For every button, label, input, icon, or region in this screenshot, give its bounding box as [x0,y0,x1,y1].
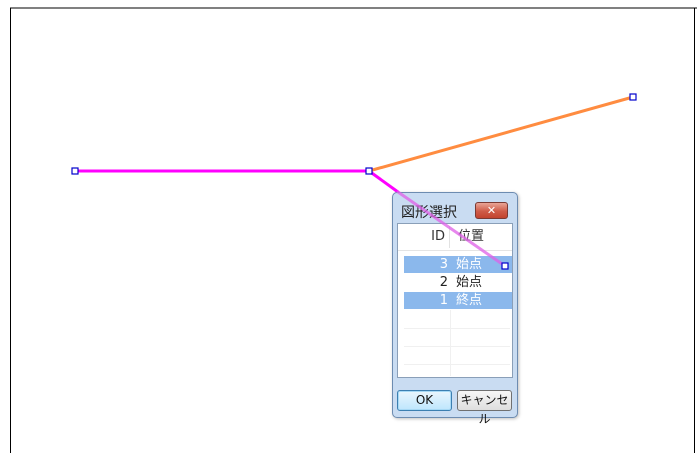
row-id: 3 [439,257,448,272]
empty-row-divider [404,346,510,347]
list-row-1[interactable]: 3 始点 [404,256,512,273]
drawing-canvas[interactable] [0,0,697,453]
row-id: 2 [439,275,448,290]
empty-row-divider [404,328,510,329]
selection-list[interactable]: ID 位置 3 始点 2 始点 1 終点 [397,223,513,378]
vertex-handle[interactable] [365,167,373,175]
header-divider [398,250,512,251]
line-shape-orange[interactable] [367,95,635,173]
dialog-title: 図形選択 [401,205,457,221]
row-position: 終点 [456,293,483,308]
row-position: 始点 [456,257,483,272]
column-header-position[interactable]: 位置 [456,226,510,248]
line-shape-diagonal[interactable] [367,169,400,194]
cancel-button[interactable]: キャンセル [457,390,512,426]
close-icon: ✕ [486,204,497,217]
shape-select-dialog[interactable]: 図形選択 ✕ ID 位置 3 始点 2 始点 1 終点 OK キャンセル [392,192,518,426]
vertex-handle[interactable] [629,93,637,101]
column-header-id[interactable]: ID [404,226,450,248]
canvas-drawing[interactable] [0,0,697,453]
ok-button[interactable]: OK [397,390,452,411]
vertex-handle[interactable] [71,167,79,175]
list-row-2[interactable]: 2 始点 [404,274,512,291]
column-divider [450,310,451,376]
close-button[interactable]: ✕ [475,202,508,219]
row-id: 1 [439,293,448,308]
row-position: 始点 [456,275,483,290]
list-row-3[interactable]: 1 終点 [404,292,512,309]
empty-row-divider [404,364,510,365]
